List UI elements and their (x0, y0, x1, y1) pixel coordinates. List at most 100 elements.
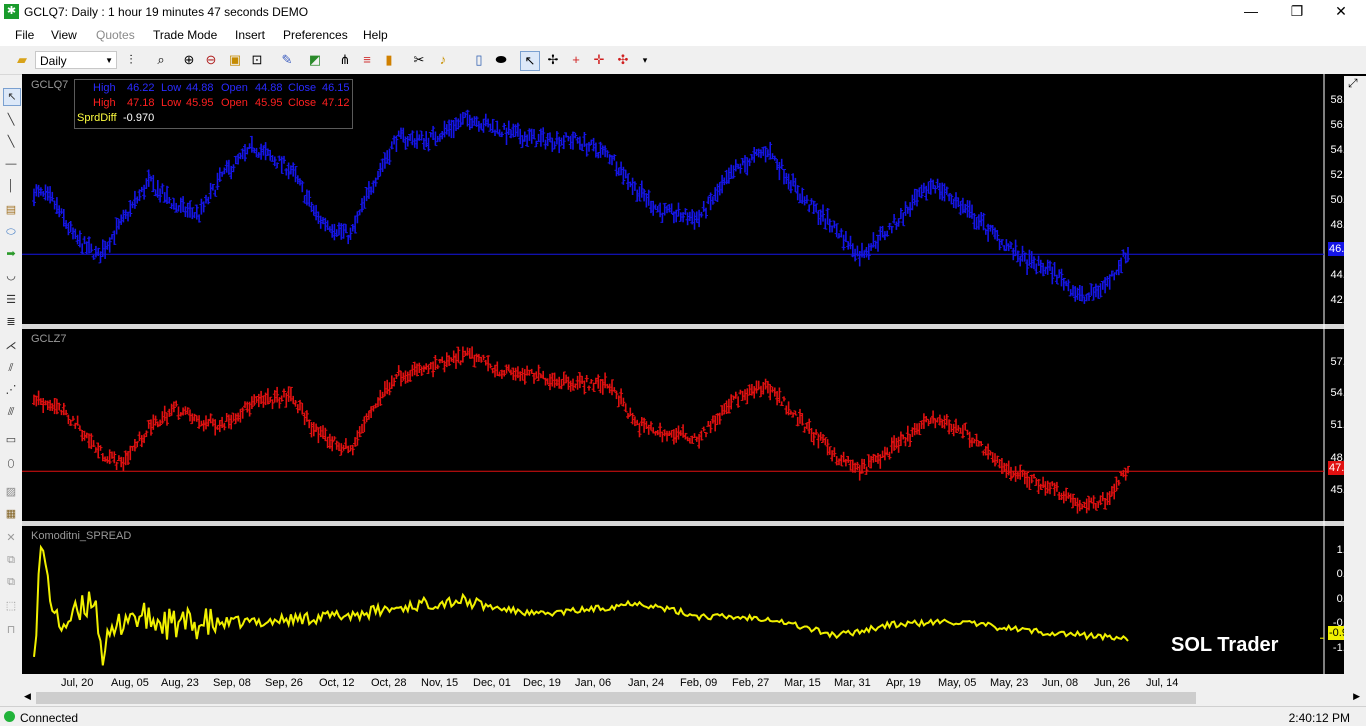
gann-tool-icon[interactable]: ⋰ (3, 382, 19, 398)
maximize-button[interactable]: ❐ (1274, 0, 1320, 24)
date-tick: Mar, 15 (784, 677, 821, 689)
fib-fan-icon[interactable]: ≣ (3, 314, 19, 330)
lock-icon[interactable]: ▣ (226, 51, 244, 69)
scroll-right-icon[interactable]: ▶ (1353, 691, 1360, 702)
info-close-value: 46.15 (322, 82, 350, 94)
minimize-button[interactable]: — (1228, 0, 1274, 24)
arrow-cross-icon[interactable]: ✣ (614, 51, 632, 69)
phone-icon[interactable]: ▯ (470, 51, 488, 69)
horizontal-scrollbar[interactable]: ◀ ▶ (22, 690, 1366, 706)
target-icon[interactable]: ✛ (590, 51, 608, 69)
scrollbar-thumb[interactable] (36, 692, 1196, 704)
date-tick: Oct, 28 (371, 677, 407, 689)
crosshair-icon[interactable]: ⊡ (248, 51, 266, 69)
template-tool-icon[interactable]: ▨ (3, 484, 19, 500)
chart-canvas[interactable] (22, 74, 1366, 690)
ellipse-tool-icon[interactable]: ⬯ (3, 456, 19, 472)
draw-icon[interactable]: ✎ (278, 51, 296, 69)
close-button[interactable]: ✕ (1318, 0, 1364, 24)
date-tick: Feb, 27 (732, 677, 770, 689)
folder-icon[interactable]: ▰ (13, 51, 31, 69)
bar-chart-icon[interactable]: ▮ (380, 51, 398, 69)
chart-area[interactable] (22, 74, 1366, 690)
zoom-in-icon[interactable]: ⊕ (180, 51, 198, 69)
scroll-left-icon[interactable]: ◀ (24, 691, 31, 702)
crosshair-red-icon[interactable]: + (567, 51, 585, 69)
menu-insert[interactable]: Insert (235, 28, 265, 42)
date-tick: May, 05 (938, 677, 977, 689)
mouse-icon[interactable]: ⬬ (492, 51, 510, 69)
status-bar: Connected 2:40:12 PM (0, 706, 1366, 726)
info-low-label: Low (161, 82, 182, 94)
callout-tool-icon[interactable]: ⬭ (3, 224, 19, 240)
info-low-label: Low (161, 97, 182, 109)
date-tick: Sep, 26 (265, 677, 303, 689)
pane-separator (22, 324, 1366, 329)
zoom-icon[interactable]: ⌕ (152, 51, 170, 69)
connection-status-icon (4, 711, 15, 722)
connection-status: Connected (20, 711, 79, 725)
date-tick: Dec, 19 (523, 677, 561, 689)
copy-tool-icon[interactable]: ⧉ (3, 552, 19, 568)
menu-view[interactable]: View (51, 28, 77, 42)
menu-help[interactable]: Help (363, 28, 388, 42)
hierarchy-icon[interactable]: ⋔ (336, 51, 354, 69)
toolbar-overflow-icon[interactable]: ▾ (636, 51, 654, 69)
window-title: GCLQ7: Daily : 1 hour 19 minutes 47 seco… (24, 5, 309, 19)
info-high-label: High (93, 97, 116, 109)
scissors-icon[interactable]: ✂ (410, 51, 428, 69)
date-tick: Feb, 09 (680, 677, 718, 689)
date-tick: Dec, 01 (473, 677, 511, 689)
date-tick: Jun, 08 (1042, 677, 1079, 689)
menu-quotes[interactable]: Quotes (96, 28, 135, 42)
channel-tool-icon[interactable]: ⫽ (3, 360, 19, 376)
cursor-icon[interactable]: ↖ (520, 51, 540, 71)
ray-tool-icon[interactable]: ╲ (3, 134, 19, 150)
zoom-out-icon[interactable]: ⊖ (202, 51, 220, 69)
date-tick: Mar, 31 (834, 677, 871, 689)
menu-trade-mode[interactable]: Trade Mode (153, 28, 217, 42)
menu-file[interactable]: File (15, 28, 34, 42)
rectangle-tool-icon[interactable]: ▭ (3, 432, 19, 448)
paste-tool-icon[interactable]: ⧉ (3, 574, 19, 590)
toolbar: ▰ ⫶ ⌕ ⊕ ⊖ ▣ ⊡ ✎ ◩ ⋔ ≡ ▮ ✂ ♪ ▯ ⬬ ↖ ✢ + ✛ … (0, 46, 1366, 75)
date-tick: Sep, 08 (213, 677, 251, 689)
fibonacci-tool-icon[interactable]: ☰ (3, 292, 19, 308)
info-close-label: Close (288, 82, 317, 94)
bar-type-icon[interactable]: ⫶ (122, 51, 140, 69)
select-tool-icon[interactable]: ↖ (3, 88, 21, 106)
image-tool-icon[interactable]: ▦ (3, 506, 19, 522)
pitchfork-icon[interactable]: ⋌ (3, 338, 19, 354)
chevron-down-icon: ▼ (105, 56, 113, 65)
note-tool-icon[interactable]: ▤ (3, 202, 19, 218)
pointer-icon[interactable]: ✢ (544, 51, 562, 69)
clock: 2:40:12 PM (1288, 711, 1350, 725)
date-tick: Oct, 12 (319, 677, 355, 689)
date-tick: Jan, 24 (628, 677, 665, 689)
arrow-tool-icon[interactable]: ➡ (3, 246, 19, 262)
bell-icon[interactable]: ♪ (434, 51, 452, 69)
info-close-label: Close (288, 97, 317, 109)
info-high-label: High (93, 82, 116, 94)
menu-preferences[interactable]: Preferences (283, 28, 348, 42)
sort-icon[interactable]: ≡ (358, 51, 376, 69)
arc-tool-icon[interactable]: ◡ (3, 268, 19, 284)
period-value: Daily (40, 54, 67, 68)
title-bar: ✱ GCLQ7: Daily : 1 hour 19 minutes 47 se… (0, 0, 1366, 24)
chart-color-icon[interactable]: ◩ (306, 51, 324, 69)
info-low-value: 44.88 (186, 82, 214, 94)
info-spread-label: SprdDiff (77, 112, 117, 124)
vertical-line-icon[interactable]: │ (3, 178, 19, 194)
lock-drawing-icon[interactable]: ⊓ (3, 622, 19, 638)
line-tool-icon[interactable]: ╲ (3, 112, 19, 128)
date-tick: May, 23 (990, 677, 1029, 689)
date-tick: Jun, 26 (1094, 677, 1131, 689)
period-select[interactable]: Daily ▼ (35, 51, 117, 69)
date-tick: Jul, 14 (1146, 677, 1179, 689)
expand-icon[interactable]: ⤢ (1348, 76, 1358, 91)
horizontal-line-icon[interactable]: — (3, 156, 19, 172)
delete-tool-icon[interactable]: ✕ (3, 530, 19, 546)
regression-tool-icon[interactable]: ⫻ (3, 404, 19, 420)
right-scroll-strip[interactable]: ⤢ (1344, 76, 1366, 676)
select-area-icon[interactable]: ⬚ (3, 598, 19, 614)
